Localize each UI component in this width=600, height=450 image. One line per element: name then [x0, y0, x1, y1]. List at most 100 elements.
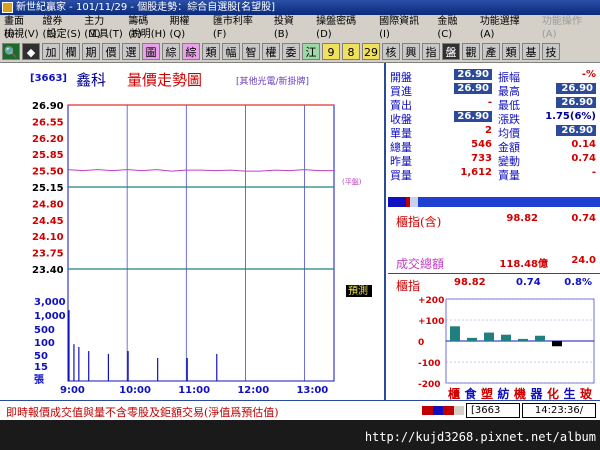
index-change: 0.74: [571, 213, 596, 224]
menu-item[interactable]: 功能操作(A): [538, 15, 600, 40]
index-category-label: 器: [530, 387, 544, 401]
index-category-label: 塑: [481, 386, 493, 401]
index-category-label: 生: [564, 386, 576, 401]
index-bar: [450, 326, 460, 341]
index-category-label: 食: [464, 386, 478, 401]
title-bar: 新世紀贏家 - 101/11/29 - 個股走勢：綜合自選股[名望股]: [0, 0, 600, 15]
toolbar-button[interactable]: 綜: [162, 43, 180, 60]
window-title: 新世紀贏家 - 101/11/29 - 個股走勢：綜合自選股[名望股]: [16, 2, 276, 13]
toolbar-button[interactable]: 價: [102, 43, 120, 60]
watermark-url: http://kujd3268.pixnet.net/album: [364, 430, 596, 444]
toolbar-button[interactable]: 江: [302, 43, 320, 60]
status-color-swatch: [453, 406, 464, 415]
toolbar-button[interactable]: 幅: [222, 43, 240, 60]
price-volume-chart-panel: 26.90 26.55 26.20 25.85 25.50 25.15 24.80 24.45…: [0, 63, 386, 421]
index-y-tick-label: 0: [418, 338, 424, 348]
price-tick-label: 26.55: [32, 117, 64, 128]
menu-item[interactable]: 說明(H): [127, 28, 170, 41]
index-row: 櫃指(含) 98.82 0.74: [388, 213, 600, 229]
menu-item[interactable]: 操盤密碼(D): [312, 15, 375, 40]
toolbar-button[interactable]: 類: [502, 43, 520, 60]
quote-value: 26.90: [454, 69, 492, 80]
menu-item[interactable]: 設定(S): [43, 28, 85, 41]
toolbar-button[interactable]: 智: [242, 43, 260, 60]
menu-item[interactable]: 工具(T): [85, 28, 127, 41]
toolbar-button[interactable]: 觀: [462, 43, 480, 60]
menu-item[interactable]: 功能選擇(A): [476, 15, 538, 40]
menu-row-secondary: 檢視(V) 設定(S) 工具(T) 說明(H): [0, 28, 600, 41]
index-value: 98.82: [506, 213, 538, 224]
index-bar: [501, 334, 511, 341]
toolbar-button[interactable]: 盤: [442, 43, 460, 60]
menu-item[interactable]: 國際資訊(I): [375, 15, 433, 40]
menu-item[interactable]: 證券(E): [38, 15, 80, 40]
menu-item[interactable]: 金融(C): [433, 15, 475, 40]
chart-title: 量價走勢圖: [127, 71, 203, 89]
menu-item[interactable]: 主力(M): [80, 15, 124, 40]
menu-item[interactable]: 檢視(V): [0, 28, 43, 41]
toolbar-button[interactable]: 核: [382, 43, 400, 60]
toolbar-button[interactable]: 8: [342, 43, 360, 60]
price-tick-label: 25.85: [32, 150, 64, 161]
diamond-icon[interactable]: ◆: [22, 43, 40, 60]
turnover-change: 24.0: [571, 255, 596, 266]
menu-item[interactable]: 期權(Q): [166, 15, 209, 40]
toolbar-button[interactable]: 基: [522, 43, 540, 60]
status-color-swatch: [422, 406, 433, 415]
menu-item[interactable]: 籌碼(F): [124, 15, 165, 40]
quote-value: -%: [581, 69, 596, 80]
status-clock: 14:23:36/: [522, 403, 596, 418]
toolbar-button[interactable]: 欄: [62, 43, 80, 60]
search-icon[interactable]: 🔍: [2, 43, 20, 60]
turnover-label: 成交總額: [396, 257, 445, 271]
index-chart-header: 櫃指 98.82 0.74 0.8%: [388, 277, 600, 293]
index-y-tick-label: -200: [418, 380, 441, 390]
quote-row: 昨量 733 變動 0.74: [388, 153, 600, 168]
toolbar-button[interactable]: 綜: [182, 43, 200, 60]
quote-value: 0.74: [571, 153, 596, 164]
quote-row: 賣出 - 最低 26.90: [388, 97, 600, 112]
chart-header: [3663] 鑫科 量價走勢圖 [其他光電/新掛牌]: [0, 67, 386, 91]
price-tick-label: 25.50: [32, 167, 64, 178]
menu-item[interactable]: 畫面(I): [0, 15, 38, 40]
toolbar-button[interactable]: 產: [482, 43, 500, 60]
plot-frame: [67, 104, 335, 382]
index-bar: [552, 341, 562, 347]
toolbar-button[interactable]: 指: [422, 43, 440, 60]
toolbar-button[interactable]: 加: [42, 43, 60, 60]
quote-value: 1,612: [460, 167, 492, 178]
toolbar-button[interactable]: 9: [322, 43, 340, 60]
status-color-swatch: [443, 406, 454, 415]
volume-tick-label: 100: [34, 338, 55, 349]
toolbar-button[interactable]: 權: [262, 43, 280, 60]
price-volume-chart[interactable]: 26.90 26.55 26.20 25.85 25.50 25.15 24.80 24.45…: [0, 63, 386, 401]
quote-row: 開盤 26.90 振幅 -%: [388, 69, 600, 84]
quote-row: 總量 546 金額 0.14: [388, 139, 600, 154]
toolbar-button[interactable]: 委: [282, 43, 300, 60]
reference-marker-label: (平盤): [342, 177, 362, 186]
status-note: 即時報價成交值與量不含零股及鉅額交易(淨值爲預估值): [6, 406, 279, 419]
toolbar-button[interactable]: 圖: [142, 43, 160, 60]
index-bar: [484, 332, 494, 341]
price-tick-label: 24.10: [32, 232, 64, 243]
index-category-label: 玻: [580, 386, 593, 401]
toolbar-button[interactable]: 選: [122, 43, 140, 60]
toolbar-button[interactable]: 技: [542, 43, 560, 60]
quote-row: 單量 2 均價 26.90: [388, 125, 600, 140]
status-code-field[interactable]: [3663: [466, 403, 520, 418]
time-tick-label: 12:00: [237, 385, 269, 396]
toolbar-button[interactable]: 類: [202, 43, 220, 60]
quote-value: -: [591, 167, 596, 178]
toolbar-button[interactable]: 29: [362, 43, 380, 60]
turnover-value: 118.48億: [499, 259, 548, 270]
sector-index-chart[interactable]: +200 +100 0 -100 -200 櫃食塑紡機器化生玻: [388, 295, 600, 401]
status-color-legend: [422, 406, 464, 415]
stock-code: [3663]: [30, 73, 67, 84]
menu-item[interactable]: 投資(B): [270, 15, 312, 40]
turnover-row: 成交總額 118.48億 24.0: [388, 255, 600, 271]
time-tick-label: 10:00: [119, 385, 151, 396]
menu-item[interactable]: 匯市利率(F): [209, 15, 270, 40]
toolbar-button[interactable]: 興: [402, 43, 420, 60]
quote-label: 買量: [390, 169, 412, 182]
toolbar-button[interactable]: 期: [82, 43, 100, 60]
